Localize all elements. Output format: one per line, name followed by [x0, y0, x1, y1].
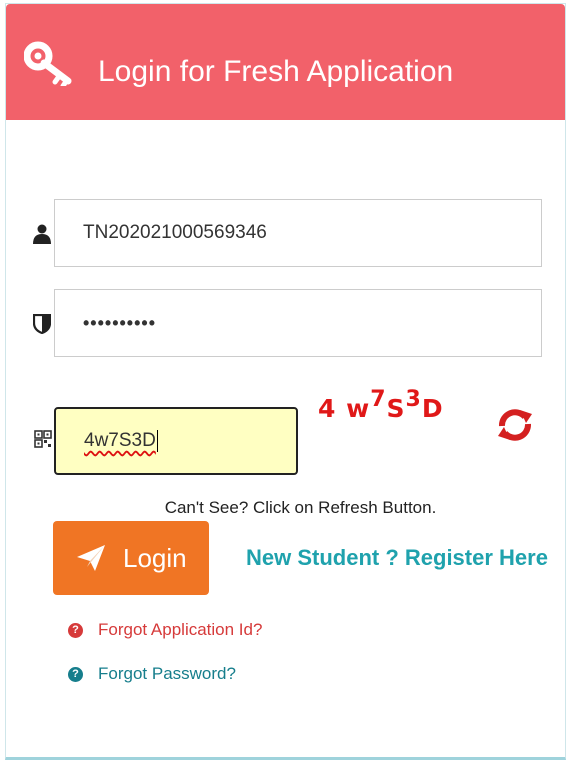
- page-title: Login for Fresh Application: [98, 55, 454, 88]
- refresh-icon[interactable]: [494, 406, 536, 444]
- qr-code-icon: [34, 430, 52, 448]
- login-panel: Login for Fresh Application TN2020210005…: [5, 3, 566, 760]
- forgot-password-label: Forgot Password?: [98, 664, 236, 683]
- captcha-help-text: Can't See? Click on Refresh Button.: [164, 498, 437, 517]
- paper-plane-icon: [77, 545, 105, 571]
- captcha-char: 3: [405, 387, 422, 412]
- login-button-label: Login: [123, 543, 187, 573]
- application-id-field[interactable]: TN202021000569346: [54, 199, 542, 267]
- forgot-application-id-link[interactable]: ? Forgot Application Id?: [68, 620, 262, 640]
- key-icon: [24, 41, 72, 86]
- captcha-image: 4 w7S3D: [318, 387, 444, 423]
- question-circle-icon: ?: [68, 622, 83, 638]
- captcha-input-value: 4w7S3D: [84, 430, 156, 451]
- login-button[interactable]: Login: [53, 521, 209, 595]
- captcha-char: D: [421, 394, 444, 423]
- captcha-char: S: [386, 394, 406, 423]
- forgot-application-id-label: Forgot Application Id?: [98, 620, 263, 639]
- shield-icon: [33, 314, 51, 334]
- captcha-char: 4 w: [318, 394, 371, 423]
- question-circle-icon: ?: [68, 666, 83, 682]
- captcha-char: 7: [370, 387, 387, 412]
- panel-header: Login for Fresh Application: [6, 4, 565, 120]
- captcha-input[interactable]: 4w7S3D: [54, 407, 298, 475]
- forgot-password-link[interactable]: ? Forgot Password?: [68, 664, 236, 684]
- user-icon: [33, 224, 51, 244]
- register-link[interactable]: New Student ? Register Here: [246, 545, 548, 571]
- password-field[interactable]: ••••••••••: [54, 289, 542, 357]
